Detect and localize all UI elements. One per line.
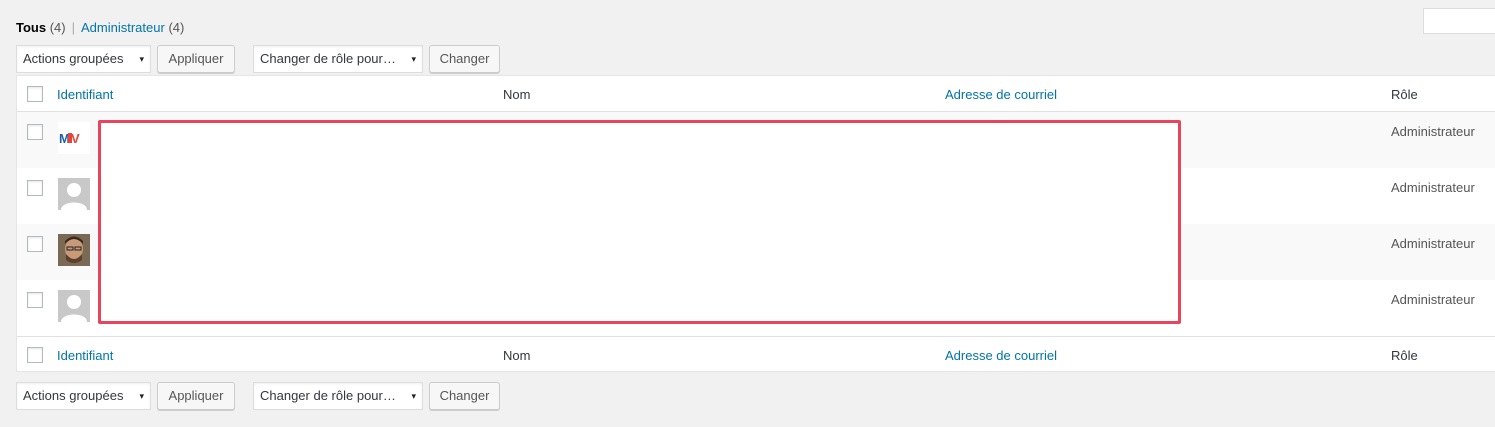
column-email[interactable]: Adresse de courriel	[945, 87, 1057, 102]
user-role: Administrateur	[1391, 292, 1475, 307]
table-footer-row: Identifiant Nom Adresse de courriel Rôle	[17, 336, 1495, 372]
row-checkbox[interactable]	[27, 236, 43, 252]
filter-separator: |	[71, 20, 75, 35]
default-avatar	[58, 178, 90, 210]
photo-avatar	[58, 234, 90, 266]
column-name: Nom	[503, 87, 531, 102]
chevron-down-icon: ▾	[411, 391, 416, 401]
change-role-select[interactable]: Changer de rôle pour… ▾	[253, 45, 423, 73]
default-avatar	[58, 290, 90, 322]
column-username[interactable]: Identifiant	[57, 87, 113, 102]
svg-text:V: V	[71, 131, 80, 146]
change-role-button[interactable]: Changer	[429, 382, 500, 410]
column-email[interactable]: Adresse de courriel	[945, 348, 1057, 363]
redaction-box	[98, 120, 1181, 324]
row-checkbox[interactable]	[27, 124, 43, 140]
search-input[interactable]	[1423, 8, 1495, 34]
table-header-row: Identifiant Nom Adresse de courriel Rôle	[17, 76, 1495, 112]
user-role: Administrateur	[1391, 236, 1475, 251]
column-username[interactable]: Identifiant	[57, 348, 113, 363]
row-checkbox[interactable]	[27, 180, 43, 196]
bulk-actions-select[interactable]: Actions groupées ▾	[16, 382, 151, 410]
chevron-down-icon: ▾	[139, 54, 144, 64]
column-role: Rôle	[1391, 348, 1418, 363]
row-checkbox[interactable]	[27, 292, 43, 308]
column-name: Nom	[503, 348, 531, 363]
apply-button[interactable]: Appliquer	[157, 45, 235, 73]
column-role: Rôle	[1391, 87, 1418, 102]
user-role: Administrateur	[1391, 180, 1475, 195]
logo-avatar: M V	[58, 122, 90, 154]
select-all-checkbox[interactable]	[27, 86, 43, 102]
change-role-select[interactable]: Changer de rôle pour… ▾	[253, 382, 423, 410]
view-filters: Tous (4) | Administrateur (4)	[16, 20, 184, 35]
chevron-down-icon: ▾	[411, 54, 416, 64]
select-all-checkbox[interactable]	[27, 347, 43, 363]
apply-button[interactable]: Appliquer	[157, 382, 235, 410]
bulk-actions-select[interactable]: Actions groupées ▾	[16, 45, 151, 73]
chevron-down-icon: ▾	[139, 391, 144, 401]
change-role-button[interactable]: Changer	[429, 45, 500, 73]
filter-administrator[interactable]: Administrateur (4)	[81, 20, 184, 35]
user-role: Administrateur	[1391, 124, 1475, 139]
filter-all[interactable]: Tous (4)	[16, 20, 66, 35]
